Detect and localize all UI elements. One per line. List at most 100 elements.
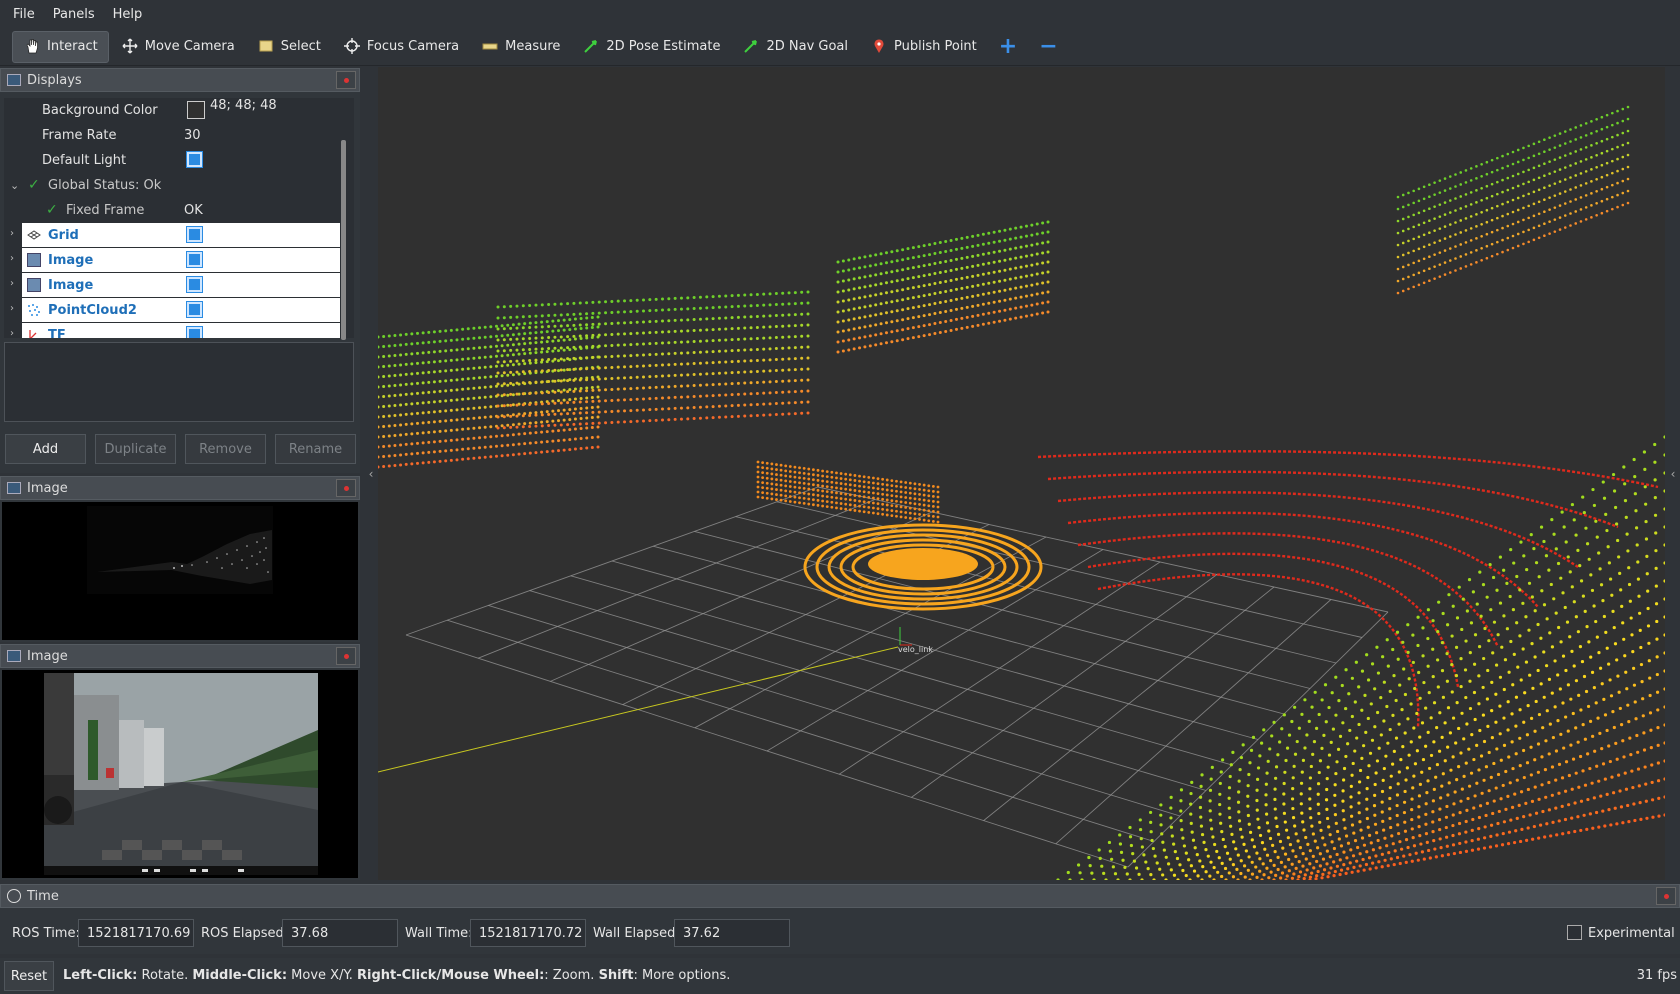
help-text: : Zoom. bbox=[544, 968, 599, 983]
publish-point-label: Publish Point bbox=[894, 39, 977, 54]
camera-image-view bbox=[2, 670, 358, 878]
property-value: 30 bbox=[184, 127, 201, 143]
ros-time-field[interactable]: 1521817170.69 bbox=[78, 919, 194, 947]
interact-label: Interact bbox=[47, 39, 98, 54]
chevron-right-icon[interactable]: › bbox=[10, 278, 14, 289]
displays-scrollbar[interactable] bbox=[341, 140, 346, 340]
display-enabled-checkbox[interactable] bbox=[187, 327, 202, 338]
image-icon bbox=[27, 253, 41, 267]
move-arrows-icon bbox=[121, 38, 139, 56]
status-label: Global Status: Ok bbox=[48, 177, 162, 193]
close-panel-button[interactable] bbox=[336, 479, 356, 497]
close-panel-button[interactable] bbox=[1656, 887, 1676, 905]
display-enabled-checkbox[interactable] bbox=[187, 227, 202, 242]
tree-row-fixed-frame[interactable]: ✓ Fixed Frame OK bbox=[4, 198, 340, 222]
status-help-text: Left-Click: Rotate. Middle-Click: Move X… bbox=[63, 968, 730, 983]
menu-help[interactable]: Help bbox=[104, 7, 152, 22]
tree-row-image[interactable]: Image bbox=[22, 273, 340, 297]
check-icon: ✓ bbox=[28, 177, 40, 193]
nav-goal-tool-button[interactable]: 2D Nav Goal bbox=[732, 31, 858, 63]
publish-point-tool-button[interactable]: Publish Point bbox=[860, 31, 987, 63]
tree-row-default-light[interactable]: Default Light bbox=[4, 148, 340, 172]
remove-display-button[interactable]: Remove bbox=[185, 434, 266, 464]
display-name: TF bbox=[48, 327, 66, 339]
focus-camera-tool-button[interactable]: Focus Camera bbox=[333, 31, 469, 63]
green-arrow-icon bbox=[582, 38, 600, 56]
default-light-checkbox[interactable] bbox=[187, 152, 202, 167]
display-enabled-checkbox[interactable] bbox=[187, 277, 202, 292]
displays-panel-title: Displays bbox=[0, 68, 360, 92]
tree-row-tf[interactable]: TF bbox=[22, 323, 340, 338]
display-name: Image bbox=[48, 277, 94, 293]
select-tool-button[interactable]: Select bbox=[247, 31, 331, 63]
pointcloud-icon bbox=[27, 303, 41, 317]
select-box-icon bbox=[257, 38, 275, 56]
display-enabled-checkbox[interactable] bbox=[187, 302, 202, 317]
image-panel-title: Image bbox=[0, 644, 360, 668]
tree-row-background-color[interactable]: Background Color 48; 48; 48 bbox=[4, 98, 340, 122]
add-display-button[interactable]: Add bbox=[5, 434, 86, 464]
move-camera-label: Move Camera bbox=[144, 39, 235, 54]
interact-tool-button[interactable]: Interact bbox=[12, 30, 109, 63]
select-label: Select bbox=[280, 39, 321, 54]
help-key: Shift bbox=[598, 968, 634, 983]
wall-time-field[interactable]: 1521817170.72 bbox=[470, 919, 586, 947]
property-label: Frame Rate bbox=[42, 127, 117, 143]
ros-elapsed-field[interactable]: 37.68 bbox=[282, 919, 398, 947]
rename-display-button[interactable]: Rename bbox=[275, 434, 356, 464]
pose-estimate-label: 2D Pose Estimate bbox=[606, 39, 721, 54]
fps-counter: 31 fps bbox=[1636, 968, 1677, 983]
remove-tool-button[interactable]: − bbox=[1029, 31, 1067, 63]
duplicate-display-button[interactable]: Duplicate bbox=[95, 434, 176, 464]
chevron-right-icon[interactable]: › bbox=[10, 228, 14, 239]
tree-row-grid[interactable]: Grid bbox=[22, 223, 340, 247]
help-text: Move X/Y. bbox=[287, 968, 358, 983]
displays-title-text: Displays bbox=[27, 72, 82, 88]
reset-button[interactable]: Reset bbox=[4, 961, 54, 991]
close-panel-button[interactable] bbox=[336, 71, 356, 89]
wall-elapsed-field[interactable]: 37.62 bbox=[674, 919, 790, 947]
time-panel: Time bbox=[0, 884, 1680, 954]
right-dock-collapse-handle[interactable]: ‹ bbox=[1668, 67, 1678, 880]
display-name: PointCloud2 bbox=[48, 302, 137, 318]
image-panel-title-text: Image bbox=[27, 480, 68, 496]
image-icon bbox=[7, 650, 21, 662]
tree-row-image[interactable]: Image bbox=[22, 248, 340, 272]
ros-time-label: ROS Time: bbox=[12, 926, 80, 941]
clock-icon bbox=[7, 889, 21, 903]
chevron-down-icon[interactable]: ⌄ bbox=[10, 179, 19, 192]
ruler-icon bbox=[481, 38, 499, 56]
check-icon: ✓ bbox=[46, 202, 58, 218]
display-enabled-checkbox[interactable] bbox=[187, 252, 202, 267]
time-title-text: Time bbox=[27, 888, 59, 904]
menu-file[interactable]: File bbox=[4, 7, 44, 22]
ros-elapsed-label: ROS Elapsed: bbox=[201, 926, 289, 941]
chevron-right-icon[interactable]: › bbox=[10, 328, 14, 338]
help-key: Right-Click/Mouse Wheel: bbox=[357, 968, 545, 983]
grid-icon bbox=[27, 228, 41, 242]
experimental-checkbox[interactable] bbox=[1567, 925, 1582, 940]
tree-row-global-status[interactable]: ⌄ ✓ Global Status: Ok bbox=[4, 173, 340, 197]
measure-tool-button[interactable]: Measure bbox=[471, 31, 570, 63]
minus-icon: − bbox=[1039, 33, 1058, 59]
image-panel-title-text: Image bbox=[27, 648, 68, 664]
menu-panels[interactable]: Panels bbox=[44, 7, 104, 22]
help-key: Left-Click: bbox=[63, 968, 138, 983]
close-panel-button[interactable] bbox=[336, 647, 356, 665]
focus-camera-label: Focus Camera bbox=[366, 39, 460, 54]
depth-image-view bbox=[2, 502, 358, 640]
menu-bar: File Panels Help bbox=[0, 0, 1680, 28]
wall-time-label: Wall Time: bbox=[405, 926, 473, 941]
color-swatch[interactable] bbox=[187, 101, 205, 119]
tree-row-frame-rate[interactable]: Frame Rate 30 bbox=[4, 123, 340, 147]
chevron-right-icon[interactable]: › bbox=[10, 303, 14, 314]
move-camera-tool-button[interactable]: Move Camera bbox=[111, 31, 245, 63]
chevron-right-icon[interactable]: › bbox=[10, 253, 14, 264]
monitor-icon bbox=[7, 74, 21, 86]
image-panel-title: Image bbox=[0, 476, 360, 500]
render-viewport-3d[interactable]: velo_link bbox=[378, 67, 1665, 880]
left-dock-collapse-handle[interactable]: ‹ bbox=[366, 67, 376, 880]
tree-row-pointcloud2[interactable]: PointCloud2 bbox=[22, 298, 340, 322]
add-tool-button[interactable]: + bbox=[989, 31, 1027, 63]
pose-estimate-tool-button[interactable]: 2D Pose Estimate bbox=[572, 31, 730, 63]
